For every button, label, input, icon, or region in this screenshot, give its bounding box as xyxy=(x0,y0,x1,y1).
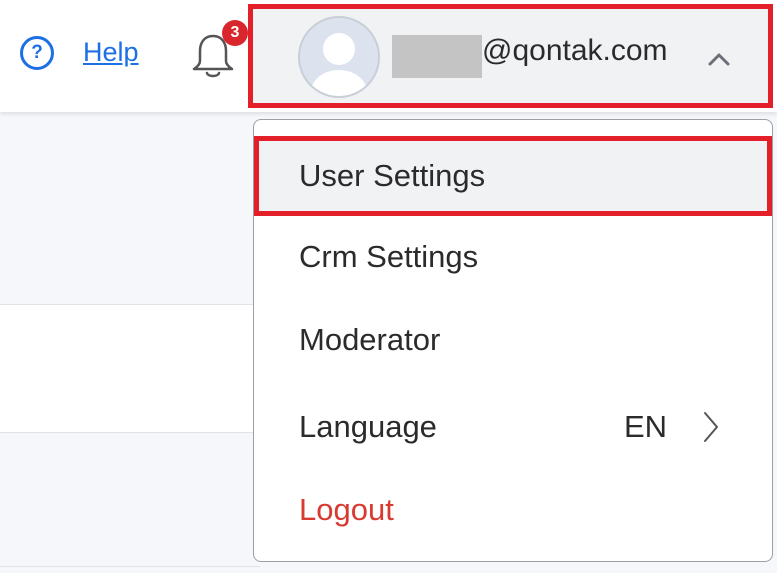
menu-item-logout[interactable]: Logout xyxy=(254,470,772,550)
row-divider xyxy=(0,432,260,433)
menu-item-user-settings[interactable]: User Settings xyxy=(254,136,772,216)
row-divider xyxy=(0,304,260,305)
chevron-up-icon xyxy=(708,53,730,66)
menu-item-language[interactable]: Language EN xyxy=(254,386,772,468)
menu-item-moderator[interactable]: Moderator xyxy=(254,300,772,380)
account-dropdown-menu: User Settings Crm Settings Moderator Lan… xyxy=(253,119,773,562)
help-icon[interactable]: ? xyxy=(20,36,54,70)
notification-count-badge: 3 xyxy=(222,20,248,46)
menu-item-label: Crm Settings xyxy=(299,239,479,274)
account-menu-toggle[interactable]: @qontak.com xyxy=(248,4,773,108)
content-row xyxy=(0,305,260,432)
menu-item-label: Language xyxy=(299,409,437,444)
menu-item-label: Moderator xyxy=(299,322,441,357)
user-avatar-icon xyxy=(311,33,367,96)
top-navbar: ? Help 3 @qontak.com xyxy=(0,0,777,112)
account-email: @qontak.com xyxy=(482,34,668,67)
language-value: EN xyxy=(624,409,668,444)
chevron-right-icon xyxy=(704,412,718,442)
menu-item-crm-settings[interactable]: Crm Settings xyxy=(254,217,772,297)
menu-item-label: User Settings xyxy=(299,158,486,193)
avatar xyxy=(298,16,380,98)
menu-item-label: Logout xyxy=(299,492,394,527)
redacted-username xyxy=(392,35,482,78)
row-divider xyxy=(0,566,260,567)
help-link[interactable]: Help xyxy=(83,37,139,68)
